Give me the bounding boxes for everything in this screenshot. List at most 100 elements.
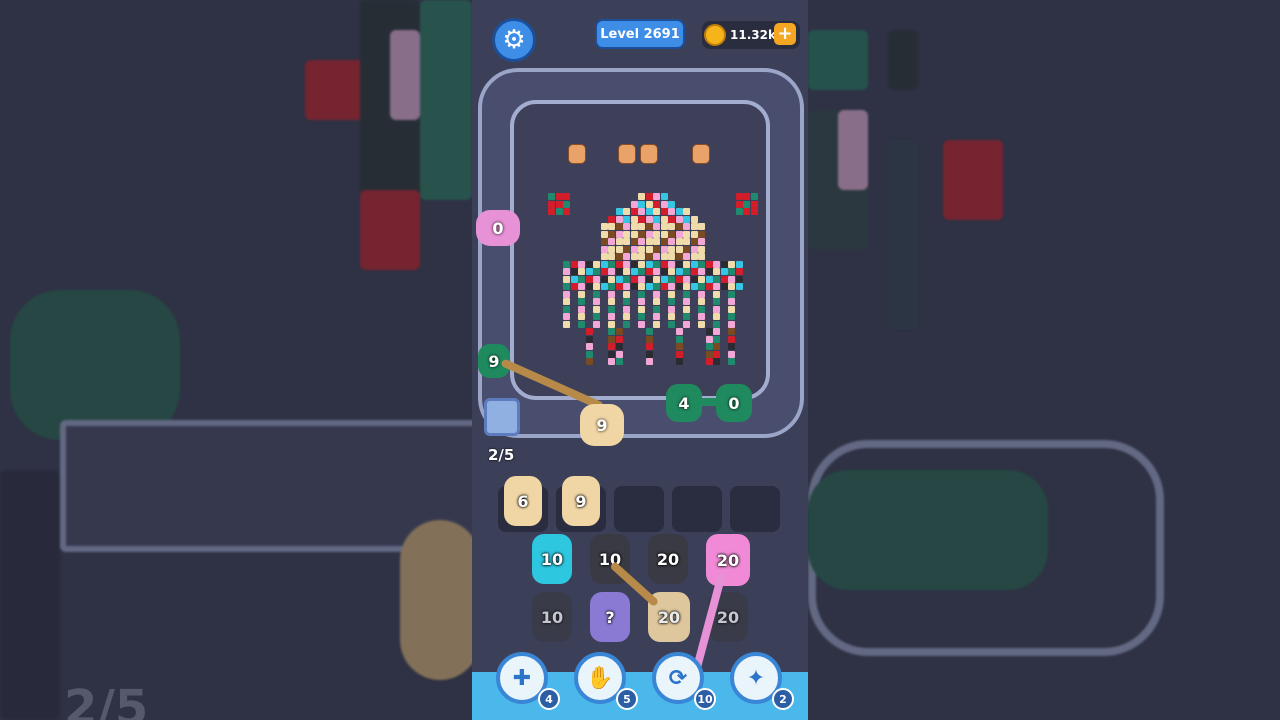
- pixel-cell: [735, 268, 743, 275]
- stack-shooter[interactable]: 20: [706, 534, 750, 586]
- pixel-cell: [615, 208, 623, 215]
- pixel-cell: [675, 343, 683, 350]
- queue-slot[interactable]: 6: [498, 476, 548, 532]
- pixel-cell: [683, 245, 690, 253]
- pixel-cell: [623, 215, 630, 223]
- pixel-cell: [653, 290, 660, 298]
- pixel-cell: [593, 268, 600, 275]
- pixel-cell: [630, 268, 638, 275]
- pixel-cell: [563, 260, 570, 268]
- pixel-cell: [623, 208, 630, 215]
- queue-slot[interactable]: [730, 486, 780, 532]
- pixel-cell: [713, 275, 720, 283]
- pixel-cell: [593, 290, 600, 298]
- pixel-cell: [630, 200, 638, 208]
- stack-shooter[interactable]: 10: [532, 534, 572, 584]
- gold-block: [640, 144, 658, 164]
- pixel-cell: [698, 313, 705, 320]
- pixel-cell: [578, 290, 585, 298]
- pixel-cell: [600, 245, 608, 253]
- pixel-cell: [668, 200, 675, 208]
- queue-slot[interactable]: 9: [556, 476, 606, 532]
- pixel-cell: [683, 253, 690, 260]
- pixel-cell: [660, 275, 668, 283]
- pixel-cell: [690, 253, 698, 260]
- stack-value: 20: [657, 607, 681, 627]
- track-shooter[interactable]: 0: [716, 384, 752, 422]
- pixel-cell: [698, 305, 705, 313]
- pixel-cell: [645, 193, 653, 200]
- pixel-cell: [668, 260, 675, 268]
- pixel-cell: [548, 193, 555, 200]
- track-shooter[interactable]: 4: [666, 384, 702, 422]
- pixel-cell: [623, 238, 630, 245]
- queue-slot[interactable]: [614, 486, 664, 532]
- track-shooter[interactable]: 0: [476, 210, 520, 246]
- pixel-cell: [585, 350, 593, 358]
- pixel-cell: [600, 223, 608, 230]
- pixel-cell: [668, 320, 675, 328]
- pixel-cell: [585, 268, 593, 275]
- queue-slot-chip[interactable]: 9: [562, 476, 600, 526]
- pixel-cell: [675, 275, 683, 283]
- pixel-cell: [668, 283, 675, 290]
- pixel-cell: [698, 298, 705, 305]
- pixel-cell: [563, 290, 570, 298]
- pixel-cell: [690, 260, 698, 268]
- pixel-cell: [555, 208, 563, 215]
- pixel-cell: [608, 328, 615, 335]
- pixel-cell: [728, 283, 735, 290]
- pixel-cell: [623, 320, 630, 328]
- track-shooter[interactable]: 9: [580, 404, 624, 446]
- stack-shooter[interactable]: 20: [648, 534, 688, 584]
- pixel-cell: [600, 268, 608, 275]
- pixel-cell: [660, 215, 668, 223]
- gold-block: [692, 144, 710, 164]
- pixel-cell: [615, 328, 623, 335]
- pixel-cell: [675, 215, 683, 223]
- pixel-cell: [713, 290, 720, 298]
- pixel-cell: [615, 260, 623, 268]
- stack-value: 10: [540, 549, 564, 569]
- pixel-cell: [743, 200, 750, 208]
- pixel-cell: [653, 298, 660, 305]
- pixel-cell: [720, 260, 728, 268]
- pixel-cell: [653, 193, 660, 200]
- game-board: ⚙ Level 2691 11.32k + 0 9 9 4 0 2/5 6 9: [472, 0, 808, 720]
- pixel-cell: [615, 283, 623, 290]
- pixel-cell: [698, 320, 705, 328]
- pixel-cell: [600, 230, 608, 238]
- pixel-cell: [645, 283, 653, 290]
- pixel-cell: [713, 313, 720, 320]
- pixel-cell: [615, 275, 623, 283]
- add-coins-button[interactable]: +: [774, 23, 796, 45]
- pixel-cell: [728, 358, 735, 365]
- background-left-blur: 2/5: [0, 0, 472, 720]
- level-label: Level 2691: [600, 26, 680, 42]
- pixel-cell: [720, 283, 728, 290]
- pixel-cell: [615, 238, 623, 245]
- pixel-cell: [690, 268, 698, 275]
- queue-slot[interactable]: [672, 486, 722, 532]
- pixel-cell: [563, 320, 570, 328]
- track-shooter-value: 9: [488, 351, 500, 371]
- pixel-cell: [608, 358, 615, 365]
- pixel-cell: [645, 215, 653, 223]
- pixel-cell: [690, 245, 698, 253]
- pixel-cell: [728, 290, 735, 298]
- pixel-cell: [630, 223, 638, 230]
- pixel-cell: [698, 238, 705, 245]
- pixel-cell: [548, 200, 555, 208]
- pixel-cell: [578, 275, 585, 283]
- pixel-cell: [705, 358, 713, 365]
- powerup-count: 5: [616, 688, 638, 710]
- queue-slot-chip[interactable]: 6: [504, 476, 542, 526]
- pixel-cell: [728, 260, 735, 268]
- pixel-cell: [563, 200, 570, 208]
- pixel-cell: [608, 223, 615, 230]
- progress-counter: 2/5: [488, 446, 515, 464]
- settings-button[interactable]: ⚙: [492, 18, 536, 62]
- pixel-cell: [608, 343, 615, 350]
- pixel-cell: [593, 260, 600, 268]
- pixel-cell: [713, 268, 720, 275]
